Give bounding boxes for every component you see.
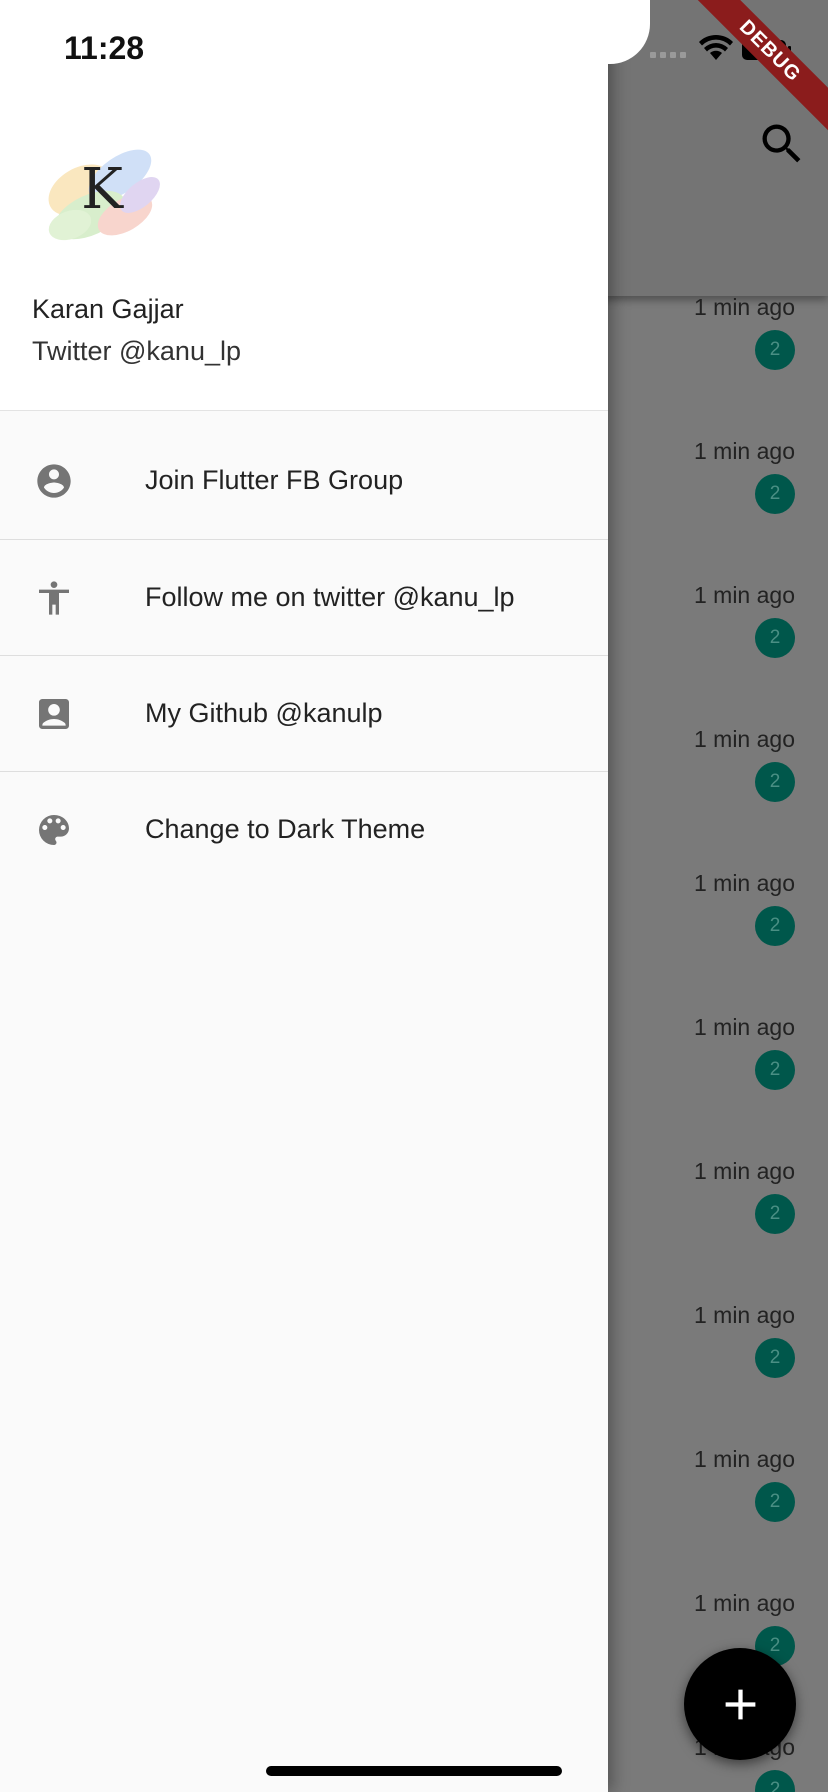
- status-bar-time: 11:28: [64, 30, 145, 66]
- drawer-item-flutter-fb-group[interactable]: Join Flutter FB Group: [0, 423, 608, 538]
- list-item-time: 1 min ago: [693, 1590, 795, 1616]
- list-item-time: 1 min ago: [693, 294, 795, 320]
- drawer-item-label: Follow me on twitter @kanu_lp: [145, 582, 515, 612]
- account-email: Twitter @kanu_lp: [32, 336, 241, 366]
- drawer-item-label: My Github @kanulp: [145, 698, 383, 728]
- list-item-time: 1 min ago: [693, 1446, 795, 1472]
- unread-count-badge: 2: [755, 330, 795, 370]
- navigation-drawer: K Karan Gajjar Twitter @kanu_lp 11:28 Jo…: [0, 0, 650, 1792]
- unread-count-badge: 2: [755, 1338, 795, 1378]
- wifi-icon: [699, 34, 733, 60]
- unread-count-badge: 2: [755, 1050, 795, 1090]
- drawer-item-twitter[interactable]: Follow me on twitter @kanu_lp: [0, 540, 608, 655]
- home-indicator: [266, 1766, 562, 1776]
- search-icon[interactable]: [756, 118, 808, 170]
- drawer-item-github[interactable]: My Github @kanulp: [0, 656, 608, 771]
- unread-count-badge: 2: [755, 474, 795, 514]
- list-item-time: 1 min ago: [693, 870, 795, 896]
- unread-count-badge: 2: [755, 1770, 795, 1792]
- list-item-time: 1 min ago: [693, 726, 795, 752]
- drawer-item-label: Change to Dark Theme: [145, 814, 426, 844]
- list-item-time: 1 min ago: [693, 1302, 795, 1328]
- unread-count-badge: 2: [755, 762, 795, 802]
- avatar-initial: K: [81, 157, 123, 222]
- unread-count-badge: 2: [755, 1482, 795, 1522]
- palette-icon: [34, 810, 74, 850]
- add-icon: [725, 1689, 756, 1720]
- list-item-time: 1 min ago: [693, 438, 795, 464]
- unread-count-badge: 2: [755, 1194, 795, 1234]
- list-item-time: 1 min ago: [693, 1158, 795, 1184]
- accessibility-icon: [34, 578, 74, 618]
- avatar[interactable]: K: [30, 120, 174, 264]
- signal-icon: [650, 52, 686, 58]
- unread-count-badge: 2: [755, 906, 795, 946]
- contact-card-icon: [34, 694, 74, 734]
- account-name: Karan Gajjar: [32, 294, 184, 324]
- list-item-time: 1 min ago: [693, 1014, 795, 1040]
- add-fab-button[interactable]: [684, 1648, 796, 1760]
- list-item-time: 1 min ago: [693, 582, 795, 608]
- account-circle-icon: [34, 461, 74, 501]
- drawer-item-label: Join Flutter FB Group: [145, 465, 404, 495]
- unread-count-badge: 2: [755, 618, 795, 658]
- screen: alls 1 min ago21 min ago21 min ago21 min…: [0, 0, 828, 1792]
- drawer-item-dark-theme[interactable]: Change to Dark Theme: [0, 772, 608, 887]
